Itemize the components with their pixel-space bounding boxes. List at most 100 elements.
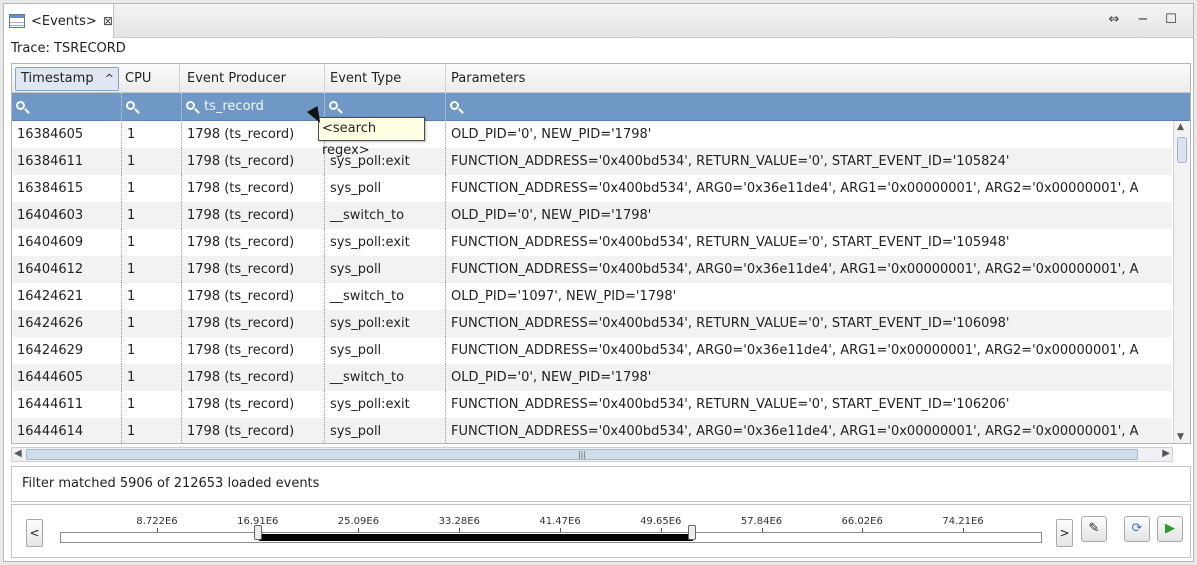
filter-cell-cpu[interactable] bbox=[122, 93, 182, 121]
cell-parameters: OLD_PID='1097', NEW_PID='1798' bbox=[451, 289, 677, 304]
cell-parameters: OLD_PID='0', NEW_PID='1798' bbox=[451, 370, 652, 385]
tab-bar: <Events> ⊠ ⇔ − ☐ bbox=[4, 4, 1193, 38]
cell-event-producer: 1798 (ts_record) bbox=[182, 310, 325, 337]
grip-icon: ||| bbox=[577, 450, 587, 459]
time-range-selection bbox=[258, 534, 694, 541]
tab-events[interactable]: <Events> ⊠ bbox=[4, 4, 114, 38]
restore-icon[interactable]: ⇔ bbox=[1106, 12, 1122, 27]
table-row[interactable]: 16444611 1 1798 (ts_record) sys_poll:exit FU… bbox=[12, 391, 1172, 418]
cell-parameters: FUNCTION_ADDRESS='0x400bd534', ARG0='0x3… bbox=[451, 424, 1139, 439]
tick-label: 33.28E6 bbox=[438, 516, 480, 527]
cell-timestamp: 16424629 bbox=[12, 337, 122, 364]
cell-event-producer: 1798 (ts_record) bbox=[182, 229, 325, 256]
prev-button[interactable]: < bbox=[26, 519, 43, 547]
close-icon[interactable]: ⊠ bbox=[103, 14, 113, 28]
search-icon bbox=[126, 101, 135, 110]
scroll-down-icon[interactable]: ▼ bbox=[1177, 432, 1184, 442]
cell-timestamp: 16444611 bbox=[12, 391, 122, 418]
table-row[interactable]: 16384611 1 1798 (ts_record) sys_poll:exit FU… bbox=[12, 148, 1172, 175]
events-table[interactable]: Timestamp ^ CPU Event Producer Event Typ… bbox=[11, 63, 1191, 444]
play-button[interactable]: ▶ bbox=[1157, 516, 1183, 542]
scroll-up-icon[interactable]: ▲ bbox=[1177, 122, 1184, 132]
search-icon bbox=[186, 101, 195, 110]
table-row[interactable]: 16384615 1 1798 (ts_record) sys_poll FUNCTIO… bbox=[12, 175, 1172, 202]
maximize-icon[interactable]: ☐ bbox=[1163, 12, 1179, 27]
cell-timestamp: 16384615 bbox=[12, 175, 122, 202]
cell-event-type: __switch_to bbox=[325, 364, 446, 391]
cell-event-producer: 1798 (ts_record) bbox=[182, 202, 325, 229]
cell-cpu: 1 bbox=[122, 283, 182, 310]
table-row[interactable]: 16444605 1 1798 (ts_record) __switch_to OLD_… bbox=[12, 364, 1172, 391]
tick-label: 25.09E6 bbox=[337, 516, 380, 527]
column-header-label: Timestamp bbox=[21, 71, 94, 86]
status-bar: Filter matched 5906 of 212653 loaded eve… bbox=[11, 466, 1191, 502]
cell-event-type: sys_poll:exit bbox=[325, 229, 446, 256]
cell-event-producer: 1798 (ts_record) bbox=[182, 256, 325, 283]
cell-event-type: sys_poll bbox=[325, 175, 446, 202]
events-view: <Events> ⊠ ⇔ − ☐ Trace: TSRECORD Timesta… bbox=[3, 3, 1194, 562]
tick-label: 66.02E6 bbox=[841, 516, 883, 527]
cell-cpu: 1 bbox=[122, 418, 182, 443]
cell-event-type: sys_poll bbox=[325, 337, 446, 364]
vertical-scrollbar[interactable]: ▲ ▼ bbox=[1173, 121, 1190, 443]
range-start-handle[interactable] bbox=[253, 525, 262, 540]
cell-parameters: FUNCTION_ADDRESS='0x400bd534', ARG0='0x3… bbox=[451, 262, 1139, 277]
cell-parameters: FUNCTION_ADDRESS='0x400bd534', ARG0='0x3… bbox=[451, 343, 1139, 358]
tick-label: 49.65E6 bbox=[640, 516, 682, 527]
next-button[interactable]: > bbox=[1056, 519, 1073, 547]
cell-cpu: 1 bbox=[122, 364, 182, 391]
time-range-slider[interactable] bbox=[60, 532, 1042, 543]
cell-cpu: 1 bbox=[122, 202, 182, 229]
cell-timestamp: 16424621 bbox=[12, 283, 122, 310]
table-row[interactable]: 16404609 1 1798 (ts_record) sys_poll:exit FU… bbox=[12, 229, 1172, 256]
column-header-event-producer[interactable]: Event Producer bbox=[182, 64, 325, 93]
table-row[interactable]: 16424626 1 1798 (ts_record) sys_poll:exit FU… bbox=[12, 310, 1172, 337]
cell-cpu: 1 bbox=[122, 148, 182, 175]
trace-label: Trace: TSRECORD bbox=[11, 41, 126, 56]
cell-cpu: 1 bbox=[122, 229, 182, 256]
horizontal-scrollbar[interactable]: ◀ ||| ▶ bbox=[11, 447, 1173, 462]
filter-cell-event-producer[interactable]: ts_record bbox=[182, 93, 325, 121]
cell-timestamp: 16444614 bbox=[12, 418, 122, 443]
time-range-bar: < 8.722E6 16.91E6 25.09E6 33.28E6 41.47E6 49.… bbox=[11, 504, 1191, 558]
sync-icon: ⟳ bbox=[1131, 521, 1143, 536]
cell-event-producer: 1798 (ts_record) bbox=[182, 364, 325, 391]
scroll-left-icon[interactable]: ◀ bbox=[14, 448, 22, 459]
search-icon bbox=[450, 101, 459, 110]
cell-event-producer: 1798 (ts_record) bbox=[182, 418, 325, 443]
cell-event-type: sys_poll:exit bbox=[325, 310, 446, 337]
table-row[interactable]: 16404603 1 1798 (ts_record) __switch_to OLD_… bbox=[12, 202, 1172, 229]
column-header-parameters[interactable]: Parameters bbox=[446, 64, 1190, 93]
scroll-right-icon[interactable]: ▶ bbox=[1162, 448, 1170, 459]
column-header-timestamp[interactable]: Timestamp ^ bbox=[15, 67, 119, 91]
column-header-cpu[interactable]: CPU bbox=[120, 64, 180, 93]
cell-timestamp: 16384605 bbox=[12, 121, 122, 148]
cell-event-producer: 1798 (ts_record) bbox=[182, 337, 325, 364]
cell-event-type: sys_poll:exit bbox=[325, 391, 446, 418]
scroll-thumb[interactable]: ||| bbox=[26, 449, 1138, 460]
table-row[interactable]: 16384605 1 1798 (ts_record) OLD_PID='0', NE… bbox=[12, 121, 1172, 148]
tick-label: 74.21E6 bbox=[942, 516, 984, 527]
table-row[interactable]: 16444614 1 1798 (ts_record) sys_poll FUNCTIO… bbox=[12, 418, 1172, 443]
cell-parameters: FUNCTION_ADDRESS='0x400bd534', RETURN_VA… bbox=[451, 397, 1010, 412]
edit-button[interactable]: ✎ bbox=[1081, 516, 1107, 542]
table-row[interactable]: 16404612 1 1798 (ts_record) sys_poll FUNCTIO… bbox=[12, 256, 1172, 283]
range-end-handle[interactable] bbox=[688, 525, 697, 540]
minimize-icon[interactable]: − bbox=[1135, 12, 1151, 27]
cell-parameters: OLD_PID='0', NEW_PID='1798' bbox=[451, 208, 652, 223]
cell-timestamp: 16404612 bbox=[12, 256, 122, 283]
table-icon bbox=[9, 14, 25, 28]
filter-cell-timestamp[interactable] bbox=[12, 93, 122, 121]
table-row[interactable]: 16424621 1 1798 (ts_record) __switch_to OLD_… bbox=[12, 283, 1172, 310]
cell-event-producer: 1798 (ts_record) bbox=[182, 175, 325, 202]
scroll-thumb[interactable] bbox=[1177, 137, 1187, 163]
column-header-event-type[interactable]: Event Type bbox=[325, 64, 446, 93]
table-header: Timestamp ^ CPU Event Producer Event Typ… bbox=[12, 64, 1190, 93]
filter-cell-parameters[interactable] bbox=[446, 93, 1190, 121]
sync-button[interactable]: ⟳ bbox=[1124, 516, 1150, 542]
cell-parameters: FUNCTION_ADDRESS='0x400bd534', RETURN_VA… bbox=[451, 235, 1010, 250]
cell-cpu: 1 bbox=[122, 121, 182, 148]
table-row[interactable]: 16424629 1 1798 (ts_record) sys_poll FUNCTIO… bbox=[12, 337, 1172, 364]
tab-title: <Events> bbox=[31, 13, 97, 29]
cell-event-producer: 1798 (ts_record) bbox=[182, 283, 325, 310]
